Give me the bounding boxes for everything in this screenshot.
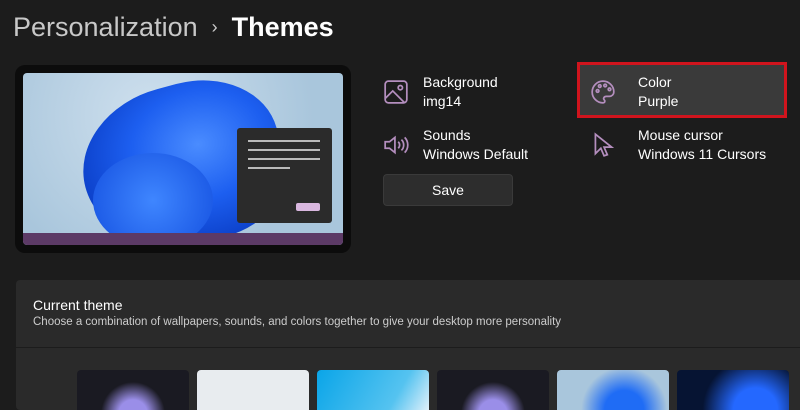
background-label: Background bbox=[423, 74, 498, 90]
color-label: Color bbox=[638, 74, 672, 90]
image-icon bbox=[384, 80, 408, 104]
theme-thumbnail[interactable] bbox=[77, 370, 189, 410]
chevron-right-icon: › bbox=[211, 17, 218, 37]
breadcrumb: Personalization › Themes bbox=[13, 12, 334, 43]
sounds-value: Windows Default bbox=[423, 146, 529, 162]
current-theme-description: Choose a combination of wallpapers, soun… bbox=[33, 316, 562, 328]
current-theme-title: Current theme bbox=[33, 297, 123, 313]
sounds-setting[interactable]: Sounds Windows Default bbox=[383, 126, 528, 164]
theme-thumbnail[interactable] bbox=[437, 370, 549, 410]
cursor-icon bbox=[594, 132, 615, 157]
theme-thumbnail[interactable] bbox=[197, 370, 309, 410]
background-setting[interactable]: Background img14 bbox=[383, 73, 498, 111]
theme-gallery bbox=[77, 370, 789, 410]
breadcrumb-personalization[interactable]: Personalization bbox=[13, 12, 198, 43]
mouse-cursor-setting[interactable]: Mouse cursor Windows 11 Cursors bbox=[590, 126, 766, 164]
theme-thumbnail[interactable] bbox=[557, 370, 669, 410]
preview-window bbox=[237, 128, 332, 223]
theme-thumbnail[interactable] bbox=[677, 370, 789, 410]
mouse-cursor-value: Windows 11 Cursors bbox=[638, 146, 767, 162]
sounds-label: Sounds bbox=[423, 127, 471, 143]
bloom-shape bbox=[93, 153, 213, 245]
color-value: Purple bbox=[638, 93, 679, 109]
background-value: img14 bbox=[423, 93, 462, 109]
speaker-icon bbox=[384, 135, 409, 155]
page-title: Themes bbox=[231, 12, 334, 42]
mouse-cursor-label: Mouse cursor bbox=[638, 127, 723, 143]
divider bbox=[16, 347, 800, 348]
color-setting[interactable]: Color Purple bbox=[590, 73, 678, 111]
preview-wallpaper bbox=[23, 73, 343, 245]
palette-icon bbox=[591, 80, 615, 104]
theme-thumbnail[interactable] bbox=[317, 370, 429, 410]
preview-taskbar bbox=[23, 233, 343, 245]
save-button[interactable]: Save bbox=[383, 174, 513, 206]
theme-preview bbox=[15, 65, 351, 253]
